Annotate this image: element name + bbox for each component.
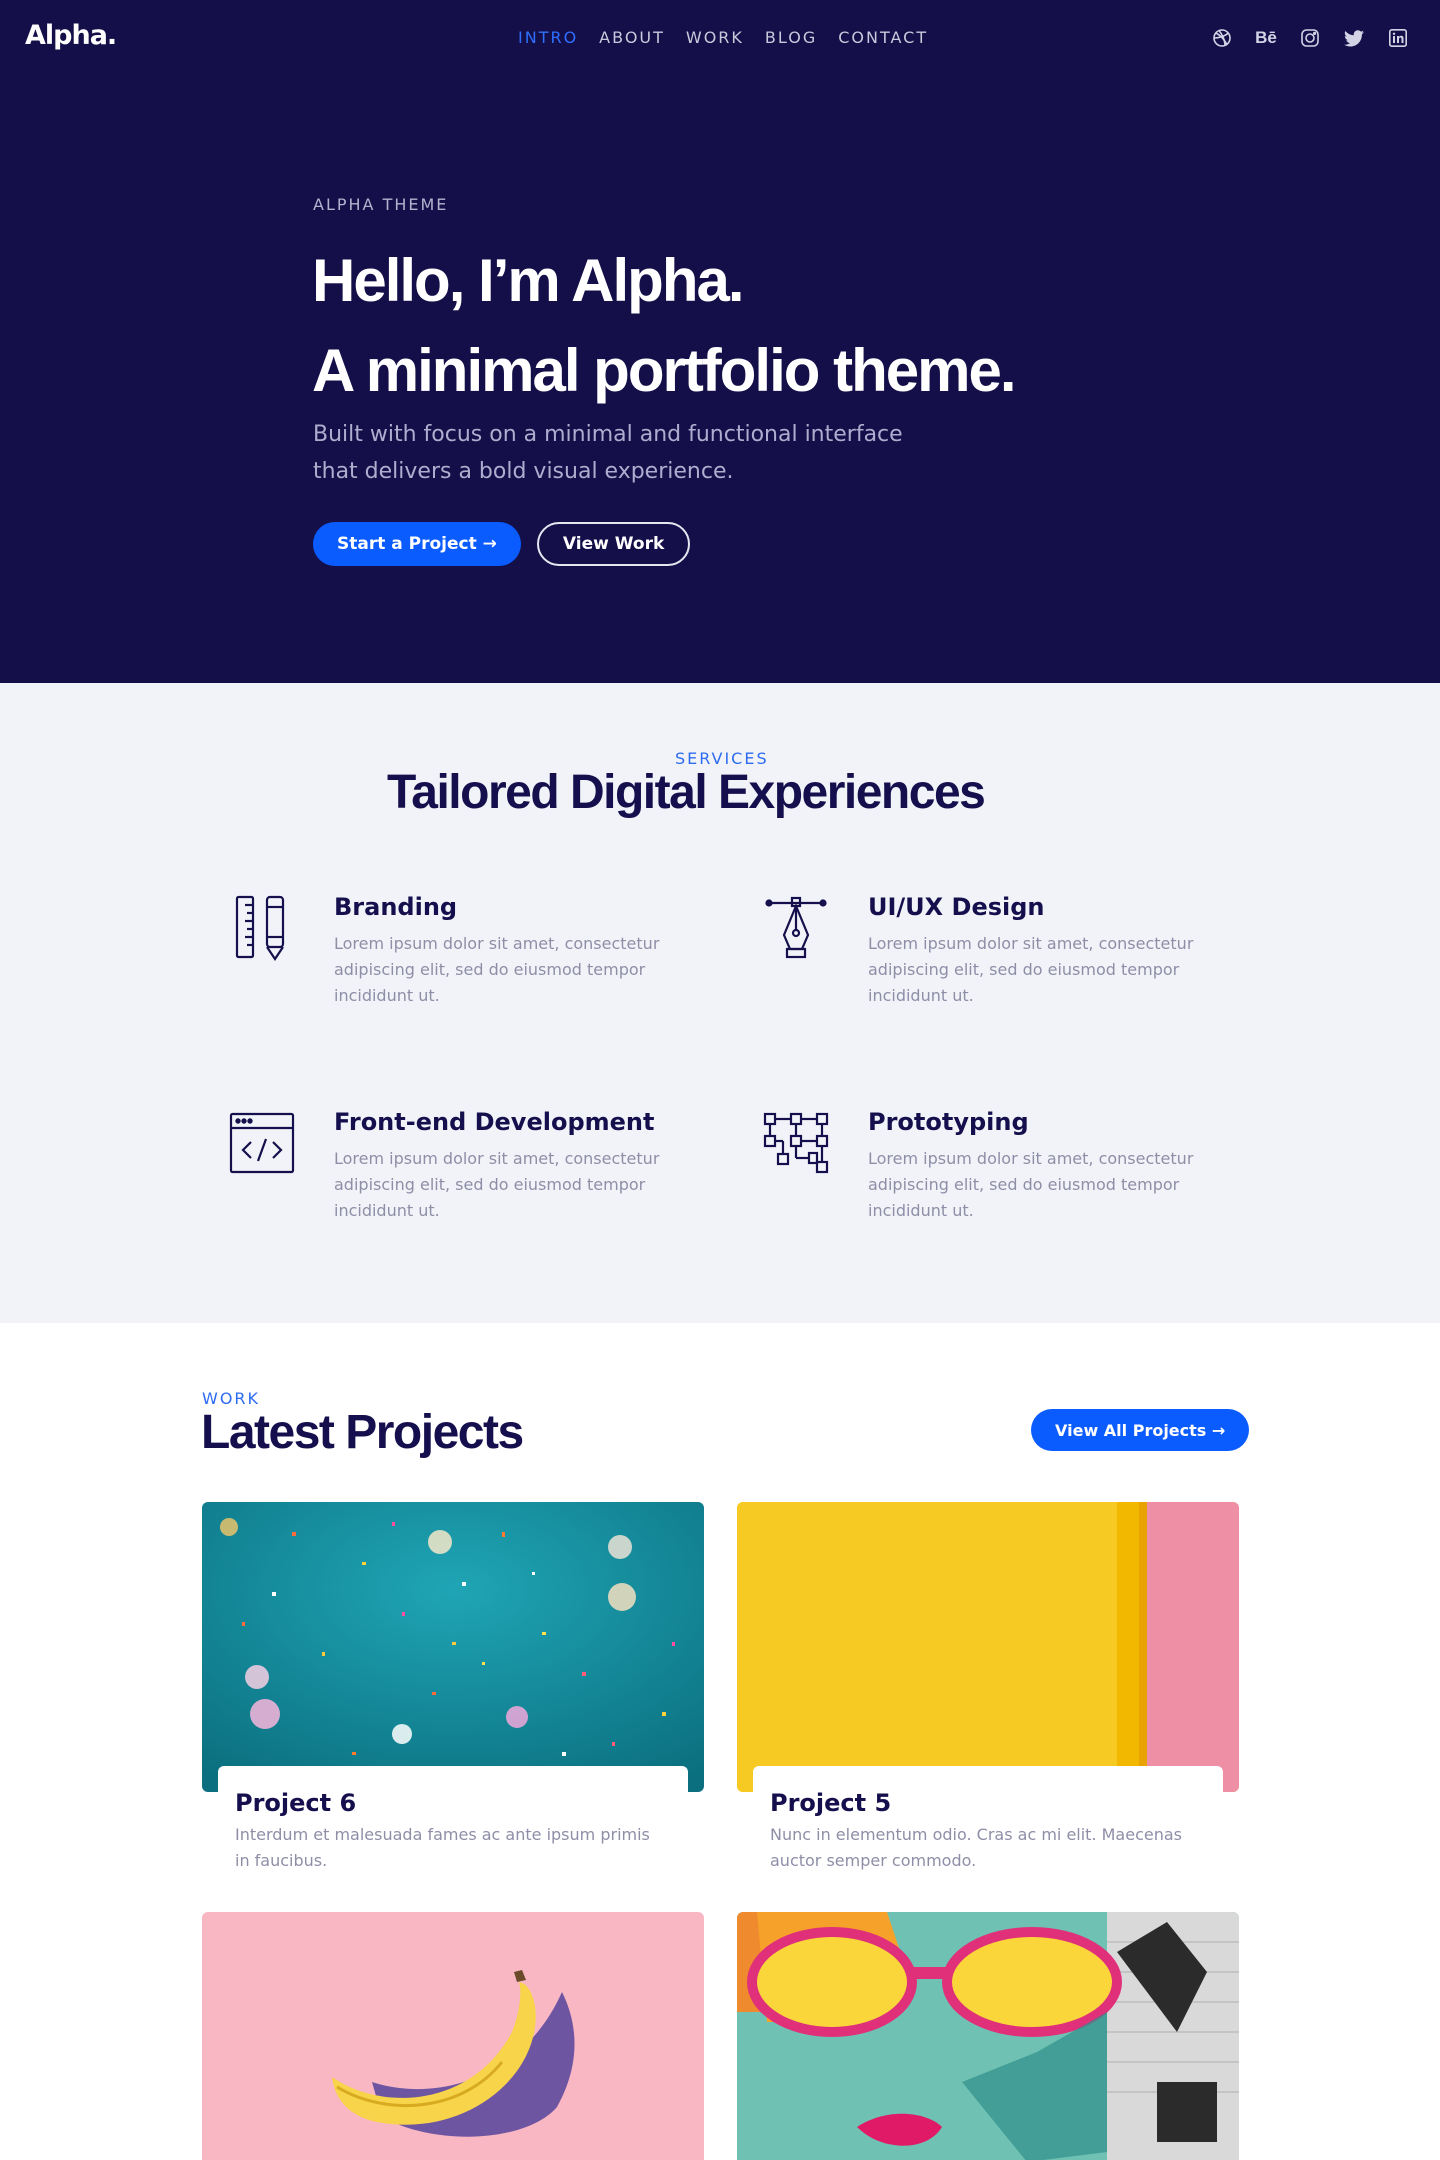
nav-item-about[interactable]: ABOUT xyxy=(599,28,665,47)
service-description: Lorem ipsum dolor sit amet, consectetur … xyxy=(334,931,674,1009)
top-navigation-bar: Alpha. INTRO ABOUT WORK BLOG CONTACT Bē xyxy=(0,0,1440,76)
service-branding: Branding Lorem ipsum dolor sit amet, con… xyxy=(229,893,659,1023)
project-card-5[interactable]: Project 5 Nunc in elementum odio. Cras a… xyxy=(737,1502,1239,1892)
service-desc-line: adipiscing elit, sed do eiusmod tempor xyxy=(868,960,1180,979)
project-image-banana[interactable] xyxy=(202,1912,704,2160)
service-desc-line: adipiscing elit, sed do eiusmod tempor xyxy=(868,1175,1180,1194)
project-desc-line: Interdum et malesuada fames ac ante ipsu… xyxy=(235,1825,650,1844)
service-prototyping: Prototyping Lorem ipsum dolor sit amet, … xyxy=(763,1108,1193,1238)
service-description: Lorem ipsum dolor sit amet, consectetur … xyxy=(868,931,1208,1009)
hero-subtitle: Built with focus on a minimal and functi… xyxy=(313,416,973,490)
service-title: UI/UX Design xyxy=(868,893,1045,921)
service-desc-line: adipiscing elit, sed do eiusmod tempor xyxy=(334,1175,646,1194)
twitter-icon[interactable] xyxy=(1342,26,1366,50)
services-section: SERVICES Tailored Digital Experiences Br… xyxy=(0,683,1440,1323)
nav-item-work[interactable]: WORK xyxy=(686,28,744,47)
main-nav: INTRO ABOUT WORK BLOG CONTACT xyxy=(518,28,928,47)
linkedin-icon[interactable] xyxy=(1386,26,1410,50)
project-card-banana[interactable] xyxy=(202,1912,704,2160)
service-desc-line: Lorem ipsum dolor sit amet, consectetur xyxy=(334,1149,660,1168)
work-title: Latest Projects xyxy=(201,1406,524,1459)
service-desc-line: Lorem ipsum dolor sit amet, consectetur xyxy=(868,934,1194,953)
start-project-button[interactable]: Start a Project → xyxy=(313,522,521,566)
service-desc-line: adipiscing elit, sed do eiusmod tempor xyxy=(334,960,646,979)
hero-buttons: Start a Project → View Work xyxy=(313,522,691,566)
nav-item-intro[interactable]: INTRO xyxy=(518,28,578,47)
view-work-button[interactable]: View Work xyxy=(536,522,691,566)
hero-subtitle-line-1: Built with focus on a minimal and functi… xyxy=(313,422,903,447)
flowchart-icon xyxy=(763,1108,833,1178)
project-desc-line: in faucibus. xyxy=(235,1851,328,1870)
project-description: Nunc in elementum odio. Cras ac mi elit.… xyxy=(770,1822,1210,1874)
project-title[interactable]: Project 5 xyxy=(770,1789,891,1817)
nav-item-blog[interactable]: BLOG xyxy=(765,28,817,47)
project-image-confetti[interactable] xyxy=(202,1502,704,1792)
hero-title-line-2: A minimal portfolio theme. xyxy=(312,337,1016,404)
site-logo[interactable]: Alpha. xyxy=(25,20,117,51)
nav-item-contact[interactable]: CONTACT xyxy=(838,28,928,47)
code-window-icon xyxy=(229,1108,299,1178)
project-desc-line: Nunc in elementum odio. Cras ac mi elit.… xyxy=(770,1825,1182,1844)
dribbble-icon[interactable] xyxy=(1210,26,1234,50)
services-title: Tailored Digital Experiences xyxy=(387,766,986,819)
project-card-6[interactable]: Project 6 Interdum et malesuada fames ac… xyxy=(202,1502,704,1892)
service-desc-line: Lorem ipsum dolor sit amet, consectetur xyxy=(334,934,660,953)
hero-title: Hello, I’m Alpha. A minimal portfolio th… xyxy=(312,236,1016,416)
social-links: Bē xyxy=(1210,26,1410,50)
project-description: Interdum et malesuada fames ac ante ipsu… xyxy=(235,1822,675,1874)
service-desc-line: incididunt ut. xyxy=(334,986,440,1005)
hero-title-line-1: Hello, I’m Alpha. xyxy=(312,247,745,314)
service-desc-line: incididunt ut. xyxy=(868,986,974,1005)
service-desc-line: incididunt ut. xyxy=(334,1201,440,1220)
hero-section: Alpha. INTRO ABOUT WORK BLOG CONTACT Bē … xyxy=(0,0,1440,683)
service-title: Branding xyxy=(334,893,458,921)
behance-icon[interactable]: Bē xyxy=(1254,26,1278,50)
service-description: Lorem ipsum dolor sit amet, consectetur … xyxy=(868,1146,1208,1224)
project-title[interactable]: Project 6 xyxy=(235,1789,356,1817)
service-desc-line: incididunt ut. xyxy=(868,1201,974,1220)
service-title: Front-end Development xyxy=(334,1108,655,1136)
project-image-yellow-wall[interactable] xyxy=(737,1502,1239,1792)
work-section: WORK Latest Projects View All Projects → xyxy=(0,1323,1440,2160)
service-frontend-development: Front-end Development Lorem ipsum dolor … xyxy=(229,1108,659,1238)
hero-kicker: ALPHA THEME xyxy=(313,195,449,214)
instagram-icon[interactable] xyxy=(1298,26,1322,50)
service-uiux-design: UI/UX Design Lorem ipsum dolor sit amet,… xyxy=(763,893,1193,1023)
view-all-projects-button[interactable]: View All Projects → xyxy=(1031,1409,1250,1451)
project-desc-line: auctor semper commodo. xyxy=(770,1851,977,1870)
project-card-graffiti[interactable] xyxy=(737,1912,1239,2160)
service-title: Prototyping xyxy=(868,1108,1029,1136)
pen-tool-icon xyxy=(763,893,833,963)
service-description: Lorem ipsum dolor sit amet, consectetur … xyxy=(334,1146,674,1224)
ruler-pencil-icon xyxy=(229,893,299,963)
service-desc-line: Lorem ipsum dolor sit amet, consectetur xyxy=(868,1149,1194,1168)
project-image-graffiti[interactable] xyxy=(737,1912,1239,2160)
hero-subtitle-line-2: that delivers a bold visual experience. xyxy=(313,459,734,484)
